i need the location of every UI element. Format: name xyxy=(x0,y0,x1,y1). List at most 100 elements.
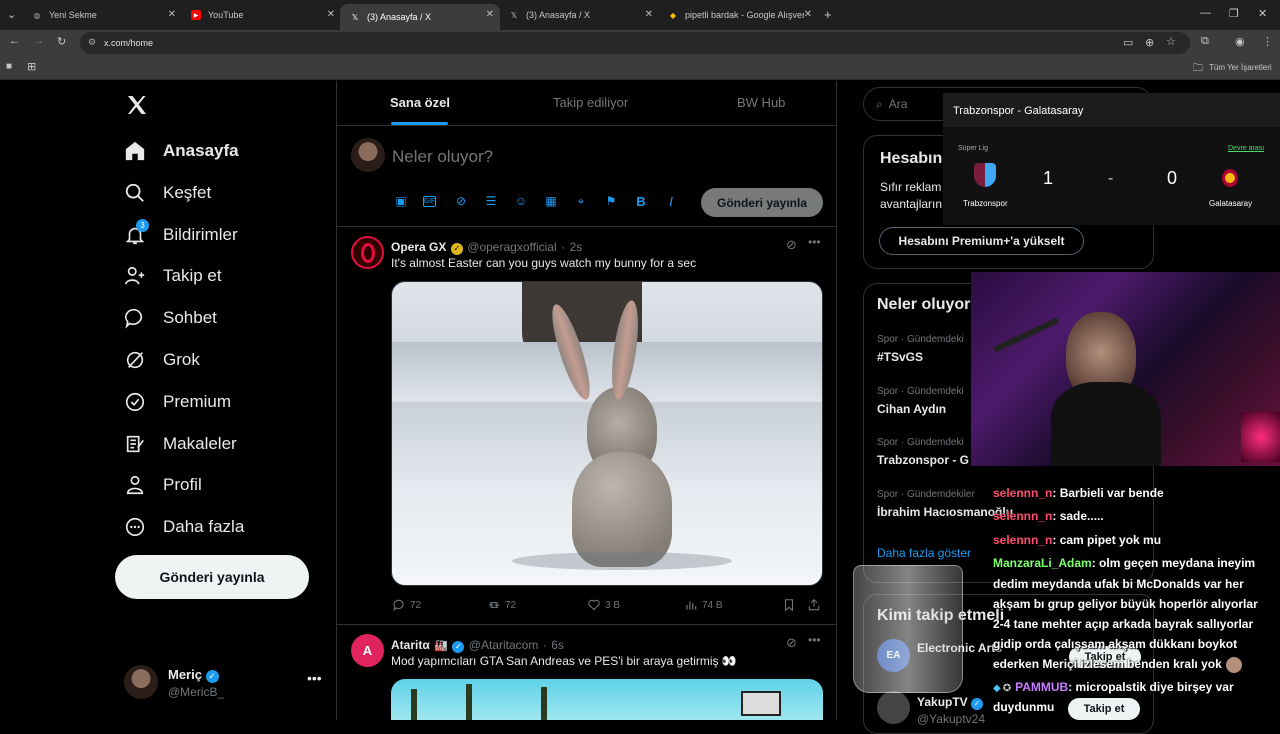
nav-notifications[interactable]: 3 Bildirimler xyxy=(124,219,238,250)
suggestion-name[interactable]: YakupTV xyxy=(917,695,968,709)
yakuptv-avatar[interactable] xyxy=(877,691,910,724)
close-icon[interactable]: ✕ xyxy=(327,9,335,20)
italic-icon[interactable]: I xyxy=(663,193,679,209)
apps-grid-icon[interactable]: ⊞ xyxy=(27,60,36,73)
view-count: 74 B xyxy=(702,599,723,611)
bold-icon[interactable]: B xyxy=(633,193,649,209)
tweet-author-name[interactable]: Ataritα xyxy=(391,638,430,652)
composer-input[interactable]: Neler oluyor? xyxy=(392,147,493,167)
trend-category: Spor · Gündemdeki xyxy=(877,437,964,448)
premium-title: Hesabın xyxy=(880,150,943,167)
emoji-icon[interactable]: ☺ xyxy=(513,193,529,209)
tweet-handle[interactable]: @Ataritacom xyxy=(469,638,539,652)
nav-label: Anasayfa xyxy=(163,141,239,160)
tweet-media-image[interactable] xyxy=(391,281,823,586)
account-icon[interactable]: ◉ xyxy=(1235,35,1245,48)
cast-icon[interactable]: ▭ xyxy=(1123,36,1133,49)
nav-more[interactable]: Daha fazla xyxy=(124,512,244,542)
nav-premium[interactable]: Premium xyxy=(124,387,231,417)
tab-following[interactable]: Takip ediliyor xyxy=(553,95,628,110)
tab-for-you[interactable]: Sana özel xyxy=(390,95,450,110)
nav-articles[interactable]: Makaleler xyxy=(124,429,237,459)
restore-icon[interactable]: ❐ xyxy=(1229,7,1239,20)
browser-tab-5[interactable]: ◆ pipetli bardak - Google Alışveri ✕ xyxy=(658,4,818,26)
forward-icon[interactable]: → xyxy=(33,35,44,47)
tab-bw-hub[interactable]: BW Hub xyxy=(737,95,785,110)
tweet-time[interactable]: 2s xyxy=(570,240,583,254)
follow-button[interactable]: Takip et xyxy=(1068,698,1140,720)
x-logo-icon[interactable] xyxy=(125,93,149,117)
browser-tab-4[interactable]: 𝕏 (3) Anasayfa / X ✕ xyxy=(499,4,659,26)
nav-label: Bildirimler xyxy=(163,225,238,244)
chat-message: ederken Meriçi izlesem benden kralı yok xyxy=(993,657,1242,673)
browser-tab-1[interactable]: ◍ Yeni Sekme ✕ xyxy=(22,4,182,26)
close-icon[interactable]: ✕ xyxy=(645,9,653,20)
close-icon[interactable]: ✕ xyxy=(803,9,812,20)
nav-explore[interactable]: Keşfet xyxy=(124,178,211,208)
poll-icon[interactable]: ☰ xyxy=(483,193,499,209)
tab-search-icon[interactable]: ⌄ xyxy=(7,8,16,21)
image-icon[interactable]: ▣ xyxy=(393,193,409,209)
chat-icon xyxy=(125,308,143,329)
zoom-icon[interactable]: ⊕ xyxy=(1145,36,1154,49)
globe-icon: ◍ xyxy=(33,10,41,20)
close-icon[interactable]: ✕ xyxy=(168,9,176,20)
nav-chat[interactable]: Sohbet xyxy=(124,303,217,333)
share-button[interactable] xyxy=(807,598,825,612)
grok-explain-icon[interactable]: ⊘ xyxy=(786,635,797,651)
tweet-more-icon[interactable]: ••• xyxy=(808,633,821,647)
nav-home[interactable]: Anasayfa xyxy=(124,136,239,166)
account-switcher[interactable]: Meriç ✓ @MericB_ ••• xyxy=(124,663,334,703)
tweet-author-name[interactable]: Opera GX xyxy=(391,240,446,254)
tweet-handle[interactable]: @operagxofficial xyxy=(467,240,556,254)
palm-tree xyxy=(466,684,472,720)
tweet-media-image[interactable] xyxy=(391,679,823,720)
premium-icon xyxy=(125,392,145,412)
tweet-more-icon[interactable]: ••• xyxy=(808,235,821,249)
divider xyxy=(337,125,837,126)
show-more-link[interactable]: Daha fazla göster xyxy=(877,546,971,560)
chat-text: 2-4 tane mehter açıp arkada bayrak sallı… xyxy=(993,617,1254,631)
browser-tab-3[interactable]: 𝕏 (3) Anasayfa / X ✕ xyxy=(340,4,500,30)
chat-text: ederken Meriçi izlesem benden kralı yok xyxy=(993,657,1222,672)
bookmark-button[interactable] xyxy=(782,598,800,612)
retweet-button[interactable]: 72 xyxy=(487,598,516,612)
menu-icon[interactable]: ⋮ xyxy=(1262,35,1273,48)
extensions-icon[interactable]: ⧉ xyxy=(1201,35,1209,48)
back-icon[interactable]: ← xyxy=(9,35,20,47)
post-button[interactable]: Gönderi yayınla xyxy=(115,555,309,599)
chat-message: dedim meydanda ufak bi McDonalds var her xyxy=(993,577,1244,591)
grok-explain-icon[interactable]: ⊘ xyxy=(786,237,797,253)
gif-icon[interactable]: GIF xyxy=(423,196,436,207)
reply-button[interactable]: 72 xyxy=(392,598,421,612)
opera-gx-avatar[interactable] xyxy=(351,236,384,269)
views-button[interactable]: 74 B xyxy=(684,598,723,612)
nav-grok[interactable]: Grok xyxy=(124,345,200,375)
like-button[interactable]: 3 B xyxy=(587,598,620,612)
site-info-icon[interactable]: ⚙ xyxy=(88,37,96,48)
new-tab-icon[interactable]: + xyxy=(824,7,832,22)
reply-count: 72 xyxy=(410,599,422,611)
minimize-icon[interactable]: — xyxy=(1200,7,1211,19)
bookmark-star-icon[interactable]: ☆ xyxy=(1166,35,1176,48)
nav-follow[interactable]: Takip et xyxy=(124,261,222,291)
account-more-icon[interactable]: ••• xyxy=(307,670,322,686)
atarita-avatar[interactable]: A xyxy=(351,634,384,667)
reload-icon[interactable]: ↻ xyxy=(57,35,66,48)
location-icon[interactable]: ⌖ xyxy=(573,193,589,209)
gold-verified-icon: ✓ xyxy=(450,243,463,255)
all-bookmarks-link[interactable]: Tüm Yer İşaretleri xyxy=(1209,63,1272,72)
grok-compose-icon[interactable]: ⊘ xyxy=(453,193,469,209)
url-input[interactable]: ⚙ x.com/home xyxy=(80,32,1190,54)
upgrade-premium-button[interactable]: Hesabını Premium+'a yükselt xyxy=(879,227,1084,255)
close-icon[interactable]: ✕ xyxy=(486,9,494,20)
flag-icon[interactable]: ⚑ xyxy=(603,193,619,209)
nav-profile[interactable]: Profil xyxy=(124,470,202,500)
tweet-time[interactable]: 6s xyxy=(551,638,564,652)
composer-post-button[interactable]: Gönderi yayınla xyxy=(701,188,823,217)
browser-tab-2[interactable]: ▶ YouTube ✕ xyxy=(181,4,341,26)
schedule-icon[interactable]: ▦ xyxy=(543,193,559,209)
chat-message: ManzaraLi_Adam: olm geçen meydana ineyim xyxy=(993,556,1255,570)
bookmark-app-icon[interactable]: ■ xyxy=(6,61,12,72)
window-close-icon[interactable]: ✕ xyxy=(1258,7,1267,20)
